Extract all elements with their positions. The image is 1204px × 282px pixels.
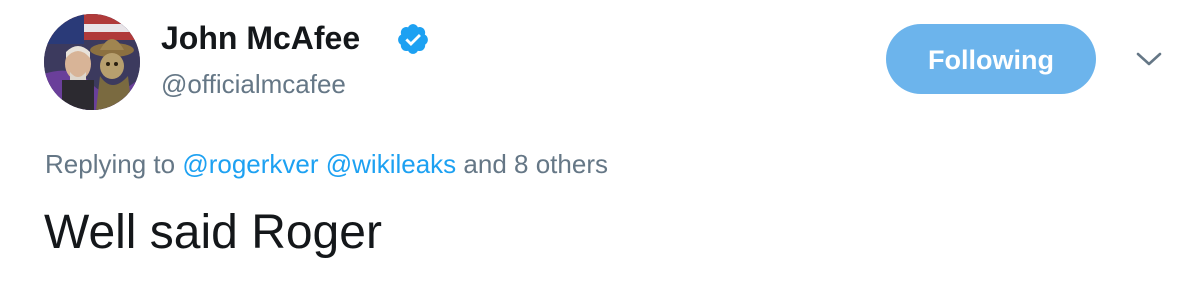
reply-others-link[interactable]: and 8 others (463, 149, 608, 179)
tweet-text: Well said Roger (44, 206, 382, 259)
avatar-image (44, 14, 140, 110)
tweet: John McAfee @officialmcafee Following Re… (0, 0, 1204, 282)
following-button[interactable]: Following (886, 24, 1096, 94)
verified-badge-icon (398, 24, 428, 54)
mention-link-rogerkver[interactable]: @rogerkver (182, 149, 318, 179)
avatar[interactable] (44, 14, 140, 110)
mention-link-wikileaks[interactable]: @wikileaks (326, 149, 456, 179)
reply-prefix: Replying to (45, 149, 176, 179)
chevron-down-icon[interactable] (1134, 48, 1164, 70)
display-name[interactable]: John McAfee (161, 18, 360, 58)
user-handle[interactable]: @officialmcafee (161, 67, 346, 101)
reply-context: Replying to @rogerkver @wikileaks and 8 … (45, 147, 608, 181)
